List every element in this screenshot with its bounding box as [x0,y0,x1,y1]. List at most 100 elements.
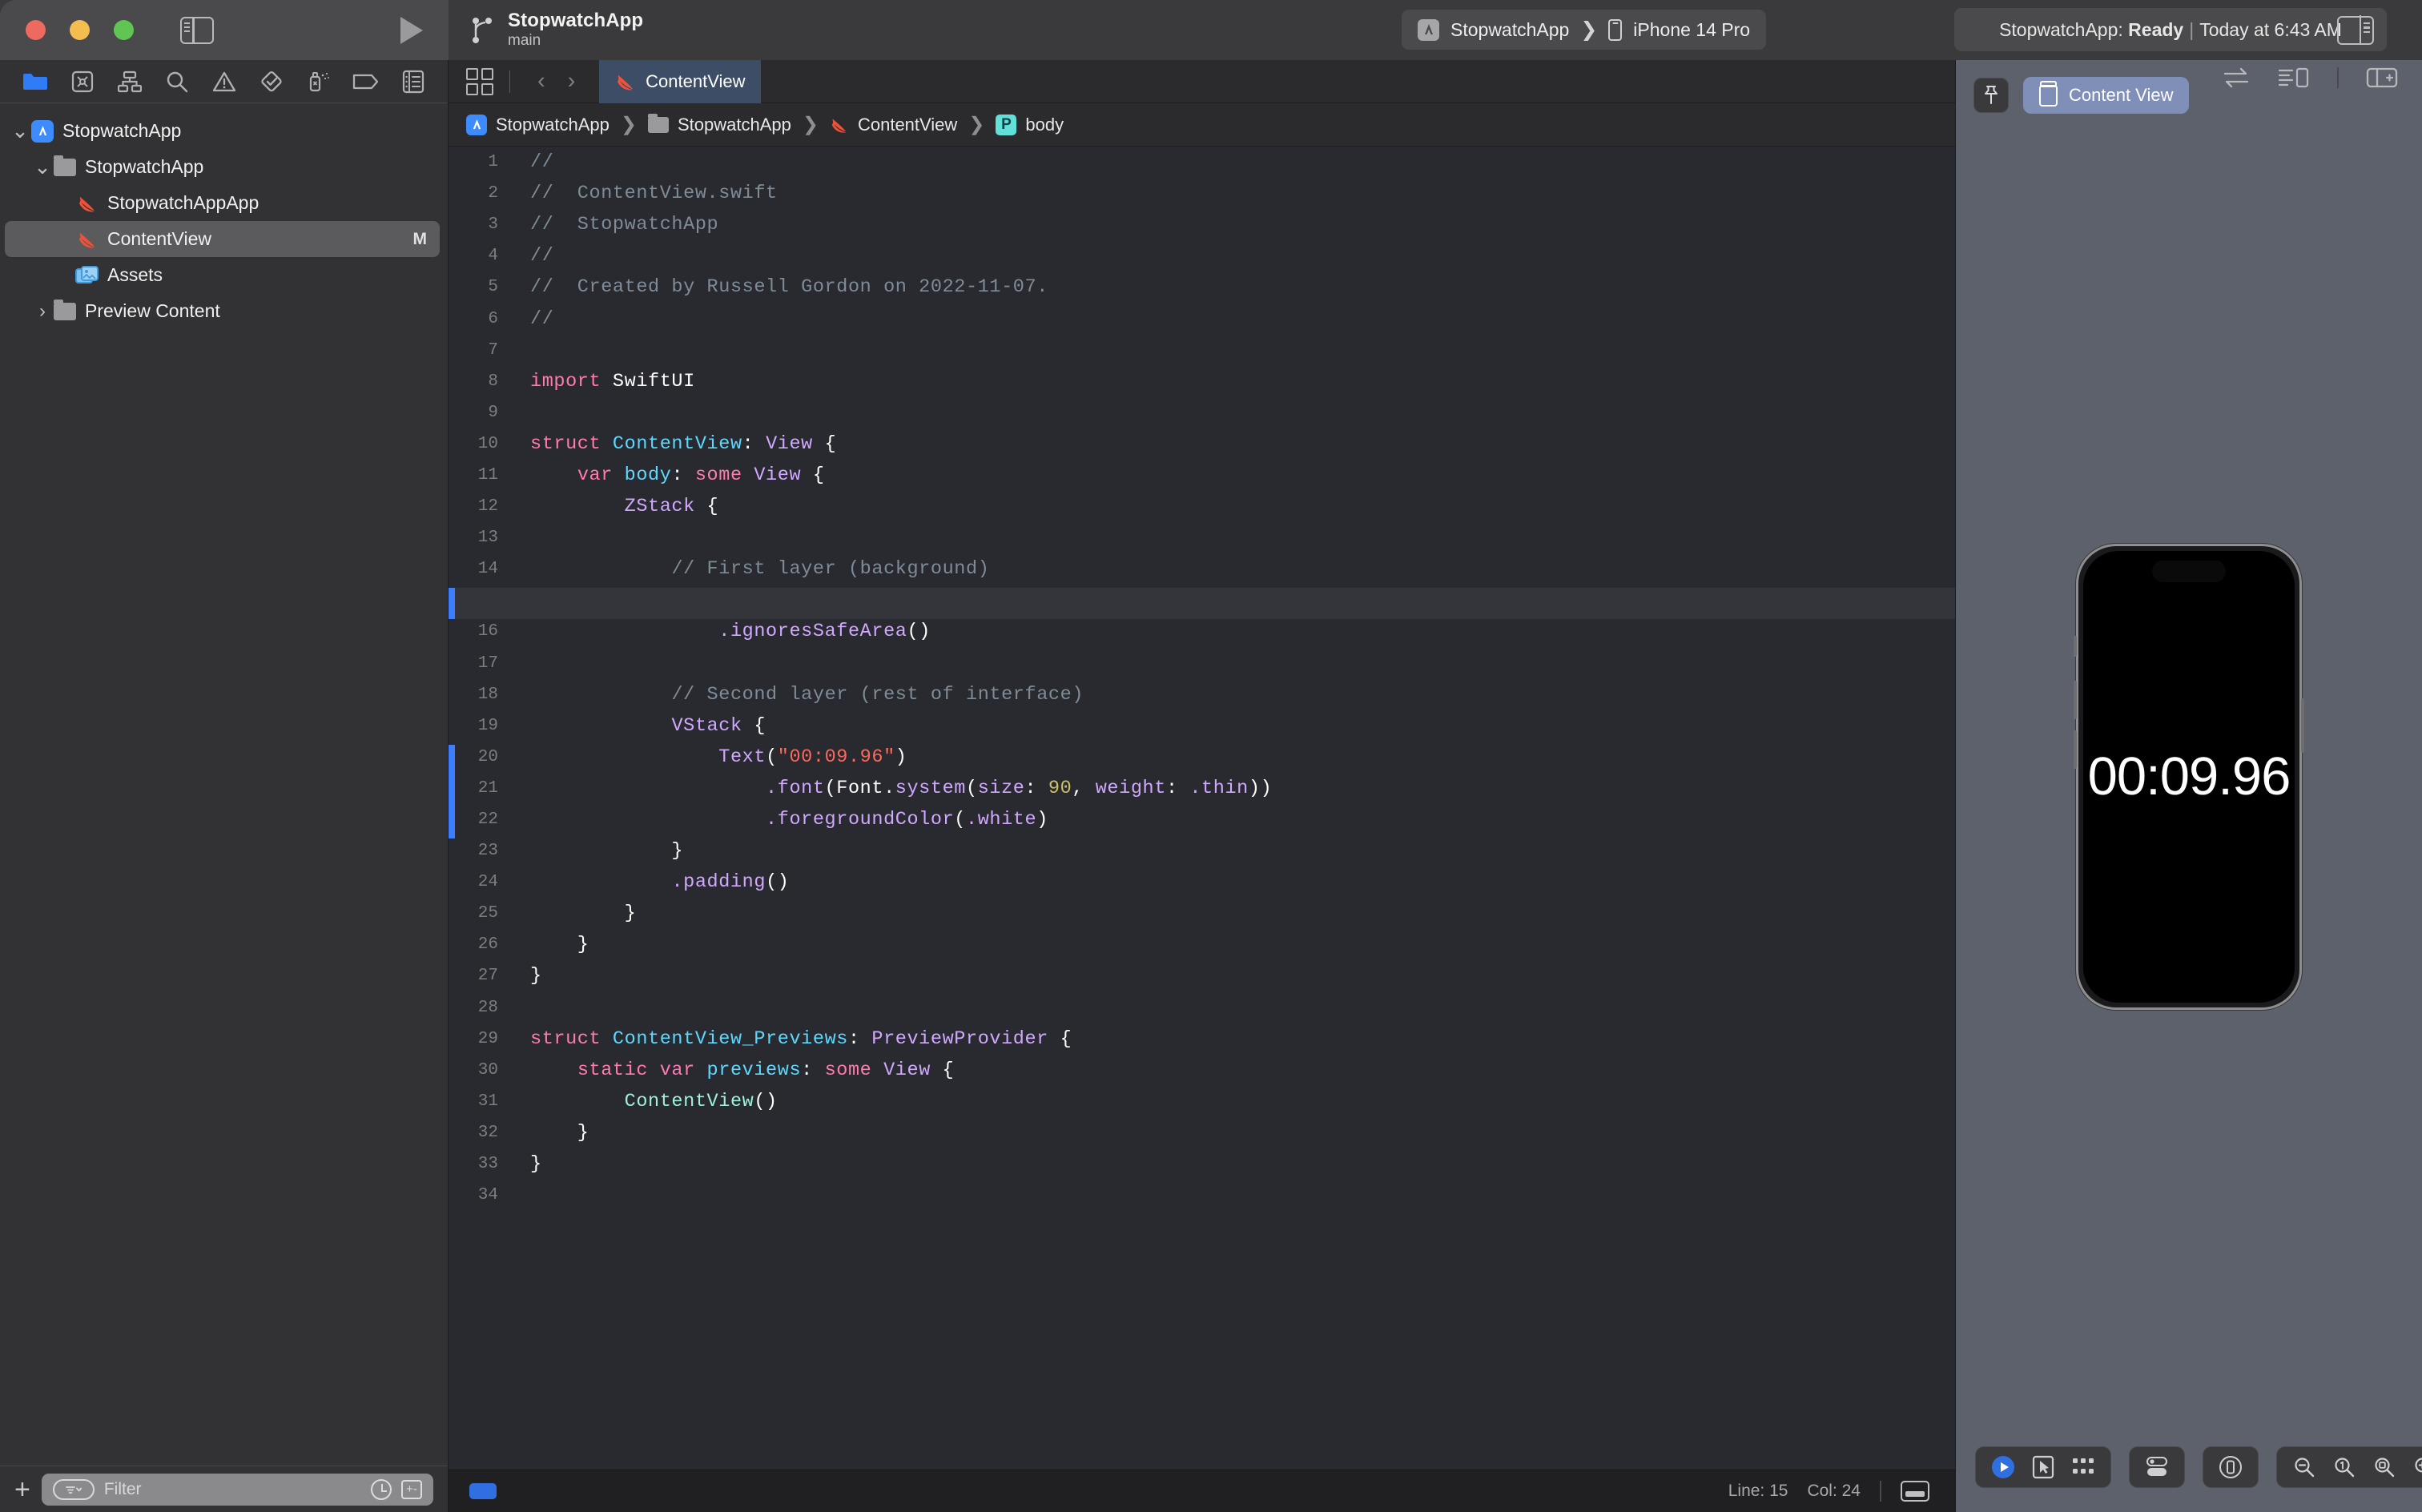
scheme-branch-group[interactable]: StopwatchApp main [471,10,643,49]
run-button[interactable] [400,16,423,44]
sidebar-item-symbol-navigator[interactable] [113,67,147,96]
sidebar-item-test-navigator[interactable] [255,67,288,96]
code-line[interactable]: 4 // [449,240,1955,271]
code-line[interactable]: 5 // Created by Russell Gordon on 2022-11… [449,271,1955,303]
code-line[interactable]: 6 // [449,303,1955,334]
debug-area-toggle[interactable] [469,1483,497,1499]
tab-contentview[interactable]: ContentView [599,59,762,103]
code-fold-ribbon[interactable] [509,240,519,271]
code-fold-ribbon[interactable] [509,773,519,804]
preview-name-chip[interactable]: Content View [2023,77,2190,114]
code-line[interactable]: 16 .ignoresSafeArea() [449,616,1955,647]
sidebar-item-project-navigator[interactable] [18,67,52,96]
code-review-icon[interactable] [2278,66,2310,90]
code-fold-ribbon[interactable] [509,804,519,835]
add-file-button[interactable]: + [14,1476,30,1503]
code-fold-ribbon[interactable] [509,522,519,553]
tree-item-assets[interactable]: Assets [5,257,440,293]
code-fold-ribbon[interactable] [509,147,519,178]
code-fold-ribbon[interactable] [509,366,519,397]
code-line[interactable]: 24 .padding() [449,867,1955,898]
code-line[interactable]: 9 [449,397,1955,428]
code-line[interactable]: 33} [449,1148,1955,1180]
code-line[interactable]: 12 ZStack { [449,491,1955,522]
minimap-icon[interactable] [1901,1481,1929,1502]
code-line[interactable]: 13 [449,522,1955,553]
code-line[interactable]: 8 import SwiftUI [449,366,1955,397]
device-button[interactable] [2215,1451,2247,1483]
code-line[interactable]: 14 // First layer (background) [449,553,1955,585]
code-fold-ribbon[interactable] [509,929,519,960]
variants-button[interactable] [2067,1451,2099,1483]
plus-minus-icon[interactable]: +- [401,1479,422,1499]
code-fold-ribbon[interactable] [509,397,519,428]
code-fold-ribbon[interactable] [509,1117,519,1148]
code-line[interactable]: 2 // ContentView.swift [449,178,1955,209]
code-line[interactable]: 11 var body: some View { [449,460,1955,491]
code-fold-ribbon[interactable] [509,1023,519,1055]
code-fold-ribbon[interactable] [509,867,519,898]
tree-item-contentview[interactable]: ContentView M [5,221,440,257]
filter-field[interactable]: Filter +- [41,1473,433,1506]
zoom-button[interactable] [114,20,134,40]
filter-options-icon[interactable] [52,1478,95,1500]
code-fold-ribbon[interactable] [509,648,519,679]
code-fold-ribbon[interactable] [509,303,519,334]
zoom-fit-button[interactable] [2368,1451,2400,1483]
code-line[interactable]: 23 } [449,835,1955,867]
code-line[interactable]: 31 ContentView() [449,1086,1955,1117]
tree-item-stopwatchappapp[interactable]: StopwatchAppApp [5,185,440,221]
code-fold-ribbon[interactable] [509,460,519,491]
code-line[interactable]: 28 [449,992,1955,1023]
select-mode-button[interactable] [2027,1451,2059,1483]
add-inspector-icon[interactable] [2366,66,2398,90]
code-fold-ribbon[interactable] [509,178,519,209]
disclosure-triangle-down-icon[interactable]: ⌄ [10,120,30,142]
sidebar-item-issue-navigator[interactable] [207,67,241,96]
tree-item-stopwatchapp[interactable]: ⌄ StopwatchApp [5,113,440,149]
breadcrumb-item-file[interactable]: ContentView [830,115,957,135]
breadcrumb-item-symbol[interactable]: P body [996,114,1064,135]
code-line[interactable]: 18 // Second layer (rest of interface) [449,679,1955,710]
code-fold-ribbon[interactable] [509,679,519,710]
code-fold-ribbon[interactable] [509,992,519,1023]
inspector-icon[interactable] [2337,15,2374,45]
editor-layout-icon[interactable] [466,67,493,95]
minimize-button[interactable] [70,20,90,40]
code-line[interactable]: 22 .foregroundColor(.white) [449,804,1955,835]
go-back-button[interactable]: ‹ [526,68,557,94]
code-line[interactable]: 1 // [449,147,1955,178]
sidebar-item-breakpoint-navigator[interactable] [349,67,383,96]
code-line[interactable]: 17 [449,648,1955,679]
toggles-button[interactable] [2141,1451,2173,1483]
code-fold-ribbon[interactable] [509,335,519,366]
code-line[interactable]: 26 } [449,929,1955,960]
disclosure-triangle-right-icon[interactable]: › [32,300,53,323]
code-line[interactable]: 7 [449,335,1955,366]
breadcrumb-item-group[interactable]: StopwatchApp [647,113,791,135]
zoom-out-button[interactable] [2288,1451,2320,1483]
code-line[interactable]: 32 } [449,1117,1955,1148]
code-line[interactable]: 19 VStack { [449,710,1955,742]
code-line[interactable]: 30 static var previews: some View { [449,1055,1955,1086]
code-fold-ribbon[interactable] [509,553,519,585]
code-editor[interactable]: 1 // 2 // ContentView.swift 3 // StopwatchApp… [449,147,1955,1470]
code-fold-ribbon[interactable] [509,491,519,522]
code-fold-ribbon[interactable] [509,616,519,647]
code-fold-ribbon[interactable] [509,742,519,773]
adjust-editor-icon[interactable] [2222,66,2251,90]
code-fold-ribbon[interactable] [509,271,519,303]
code-line[interactable]: 21 .font(Font.system(size: 90, weight: .… [449,773,1955,804]
sidebar-item-report-navigator[interactable] [396,67,430,96]
code-fold-ribbon[interactable] [509,1055,519,1086]
code-line[interactable]: 10 struct ContentView: View { [449,428,1955,460]
tree-item-preview-content[interactable]: › Preview Content [5,293,440,329]
code-fold-ribbon[interactable] [509,1148,519,1180]
code-fold-ribbon[interactable] [509,209,519,240]
code-line[interactable]: 34 [449,1180,1955,1211]
code-fold-ribbon[interactable] [509,835,519,867]
code-line[interactable]: 27} [449,960,1955,991]
code-line[interactable]: 3 // StopwatchApp [449,209,1955,240]
sidebar-toggle-icon[interactable] [180,16,214,44]
code-fold-ribbon[interactable] [509,428,519,460]
